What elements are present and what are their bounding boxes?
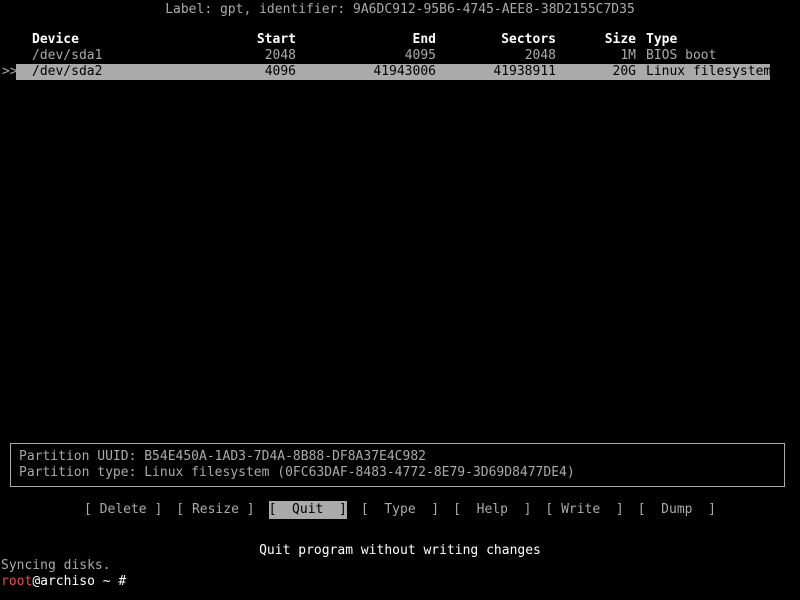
row-cells: /dev/sda2 4096 41943006 41938911 20G Lin… — [16, 64, 771, 80]
table-row-selected[interactable]: >> /dev/sda2 4096 41943006 41938911 20G … — [0, 64, 800, 80]
column-header-start: Start — [256, 32, 296, 47]
partition-uuid-line: Partition UUID: B54E450A-1AD3-7D4A-8B88-… — [19, 449, 426, 464]
cell-start: 4096 — [264, 64, 296, 79]
menu-item-resize[interactable]: [ Resize ] — [176, 501, 254, 519]
menu-item-write[interactable]: [ Write ] — [545, 501, 623, 519]
header-cells: Device Start End Sectors Size Type — [16, 32, 770, 48]
table-row[interactable]: /dev/sda1 2048 4095 2048 1M BIOS boot — [0, 48, 800, 64]
menu-item-type[interactable]: [ Type ] — [361, 501, 439, 519]
partition-table-header: Device Start End Sectors Size Type — [0, 32, 800, 48]
menu-spacer — [162, 495, 176, 513]
partition-table: Device Start End Sectors Size Type /dev/… — [0, 32, 800, 80]
prompt-user: root — [1, 574, 33, 589]
menu-item-delete[interactable]: [ Delete ] — [84, 501, 162, 519]
row-cells: /dev/sda1 2048 4095 2048 1M BIOS boot — [16, 48, 770, 64]
column-header-type: Type — [646, 32, 678, 47]
column-header-size: Size — [604, 32, 636, 47]
menu-item-dump[interactable]: [ Dump ] — [638, 501, 716, 519]
menu-spacer — [531, 495, 545, 513]
column-header-end: End — [412, 32, 436, 47]
cell-type: Linux filesystem — [646, 64, 772, 79]
action-menu: [ Delete ] [ Resize ] [ Quit ] [ Type ] [ He… — [0, 495, 800, 519]
disk-label-line: Label: gpt, identifier: 9A6DC912-95B6-47… — [165, 2, 635, 17]
shell-output: Syncing disks. root@archiso ~ # — [0, 558, 800, 590]
menu-spacer — [347, 495, 361, 513]
cell-size: 1M — [620, 48, 636, 63]
cell-start: 2048 — [264, 48, 296, 63]
cell-sectors: 41938911 — [493, 64, 556, 79]
menu-hint-text: Quit program without writing changes — [259, 543, 541, 558]
menu-item-quit[interactable]: [ Quit ] — [268, 501, 347, 519]
cell-size: 20G — [612, 64, 636, 79]
shell-sync-message: Syncing disks. — [1, 558, 111, 573]
terminal-screen: Label: gpt, identifier: 9A6DC912-95B6-47… — [0, 0, 800, 600]
prompt-host-path: @archiso ~ # — [32, 574, 127, 589]
cell-sectors: 2048 — [524, 48, 556, 63]
row-selection-marker: >> — [2, 64, 18, 80]
menu-spacer — [255, 495, 269, 513]
menu-spacer — [624, 495, 638, 513]
column-header-sectors: Sectors — [501, 32, 556, 47]
cell-end: 41943006 — [373, 64, 436, 79]
menu-item-help[interactable]: [ Help ] — [453, 501, 531, 519]
cell-type: BIOS boot — [646, 48, 717, 63]
cell-end: 4095 — [404, 48, 436, 63]
partition-info-box: Partition UUID: B54E450A-1AD3-7D4A-8B88-… — [10, 443, 785, 487]
shell-prompt-line[interactable]: root@archiso ~ # — [0, 574, 800, 590]
menu-spacer — [439, 495, 453, 513]
partition-type-line: Partition type: Linux filesystem (0FC63D… — [19, 465, 575, 480]
